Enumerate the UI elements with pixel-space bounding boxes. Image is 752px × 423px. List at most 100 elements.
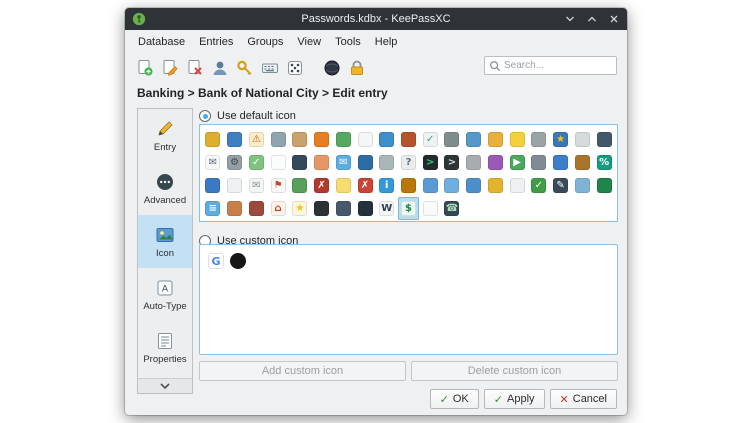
default-icon-gear[interactable]: ⚙ bbox=[224, 151, 246, 174]
default-icon-cd-rom[interactable] bbox=[571, 128, 593, 151]
default-icon-email-box[interactable]: ✉ bbox=[332, 151, 354, 174]
default-icon-clipboard-check[interactable]: ✓ bbox=[245, 151, 267, 174]
default-icon-pen[interactable]: ✎ bbox=[550, 174, 572, 197]
delete-custom-icon-button[interactable]: Delete custom icon bbox=[411, 361, 618, 381]
default-icon-tool[interactable] bbox=[245, 197, 267, 220]
default-icon-wiki[interactable]: W bbox=[376, 197, 398, 220]
default-icon-feather[interactable] bbox=[332, 197, 354, 220]
add-custom-icon-button[interactable]: Add custom icon bbox=[199, 361, 406, 381]
default-icon-paper-ready[interactable]: ✓ bbox=[419, 128, 441, 151]
copy-username-button[interactable] bbox=[208, 56, 231, 79]
default-icon-email-search[interactable]: ✉ bbox=[245, 174, 267, 197]
menu-groups[interactable]: Groups bbox=[240, 33, 290, 51]
default-icon-paper-new[interactable] bbox=[267, 151, 289, 174]
default-icon-book[interactable] bbox=[593, 174, 615, 197]
password-generator-button[interactable] bbox=[283, 56, 306, 79]
default-icon-email[interactable]: ✉ bbox=[202, 151, 224, 174]
menu-database[interactable]: Database bbox=[131, 33, 192, 51]
cancel-button[interactable]: ✕ Cancel bbox=[550, 389, 617, 409]
default-icon-paper-question[interactable]: ? bbox=[398, 151, 420, 174]
default-icon-screen[interactable] bbox=[289, 151, 311, 174]
default-icon-user-communication[interactable] bbox=[311, 128, 333, 151]
default-icon-monitor[interactable] bbox=[593, 128, 615, 151]
search-field[interactable] bbox=[484, 56, 617, 75]
default-icon-drive[interactable] bbox=[376, 151, 398, 174]
default-icon-scanner[interactable] bbox=[528, 128, 550, 151]
titlebar[interactable]: Passwords.kdbx - KeePassXC bbox=[125, 8, 627, 30]
default-icon-star[interactable]: ★ bbox=[289, 197, 311, 220]
default-icon-clipboard[interactable] bbox=[289, 128, 311, 151]
default-icon-printer[interactable] bbox=[463, 151, 485, 174]
perform-autotype-button[interactable] bbox=[258, 56, 281, 79]
default-icon-notepad[interactable] bbox=[354, 128, 376, 151]
default-icon-apple[interactable] bbox=[354, 197, 376, 220]
default-icon-certificate[interactable] bbox=[419, 197, 441, 220]
default-icon-list[interactable]: ≡ bbox=[202, 197, 224, 220]
apply-button[interactable]: ✓ Apply bbox=[484, 389, 545, 409]
default-icon-radio[interactable] bbox=[199, 110, 211, 122]
default-icon-identity[interactable] bbox=[398, 128, 420, 151]
sidebar-scroll-down-button[interactable] bbox=[138, 378, 192, 393]
delete-entry-button[interactable] bbox=[183, 56, 206, 79]
default-icon-camera[interactable] bbox=[441, 128, 463, 151]
minimize-button[interactable] bbox=[563, 12, 577, 26]
default-icon-floppy-disk[interactable] bbox=[354, 151, 376, 174]
default-icon-home[interactable]: ⌂ bbox=[267, 197, 289, 220]
default-icon-phone[interactable]: ☎ bbox=[441, 197, 463, 220]
default-icon-archive[interactable] bbox=[571, 151, 593, 174]
default-icon-energy[interactable] bbox=[506, 128, 528, 151]
sidebar-item-advanced[interactable]: Advanced bbox=[138, 162, 192, 215]
maximize-button[interactable] bbox=[585, 12, 599, 26]
default-icon-key[interactable] bbox=[202, 128, 224, 151]
default-icon-world-socket[interactable] bbox=[376, 128, 398, 151]
default-icon-terminal-encrypted[interactable]: > bbox=[419, 151, 441, 174]
default-icon-folder-package[interactable] bbox=[463, 174, 485, 197]
default-icon-multi-keys[interactable] bbox=[485, 128, 507, 151]
edit-entry-button[interactable] bbox=[158, 56, 181, 79]
default-icon-homebanking[interactable]: % bbox=[593, 151, 615, 174]
default-icon-folder-open[interactable] bbox=[441, 174, 463, 197]
default-icon-tux[interactable] bbox=[311, 197, 333, 220]
default-icon-paper-flag[interactable]: ⚑ bbox=[267, 174, 289, 197]
default-icon-program-icons[interactable] bbox=[485, 151, 507, 174]
default-icon-checked[interactable]: ✓ bbox=[528, 174, 550, 197]
default-icon-drive-windows[interactable] bbox=[202, 174, 224, 197]
sidebar-item-entry[interactable]: Entry bbox=[138, 109, 192, 162]
close-button[interactable] bbox=[607, 12, 621, 26]
lock-database-button[interactable] bbox=[345, 56, 368, 79]
default-icon-settings-wrench[interactable] bbox=[528, 151, 550, 174]
default-icon-user-key[interactable] bbox=[224, 197, 246, 220]
default-icon-paper-locked[interactable] bbox=[506, 174, 528, 197]
default-icon-ir-communication[interactable] bbox=[463, 128, 485, 151]
default-icon-expired[interactable]: ✗ bbox=[354, 174, 376, 197]
sidebar-item-properties[interactable]: Properties bbox=[138, 321, 192, 374]
menu-tools[interactable]: Tools bbox=[328, 33, 368, 51]
custom-icon-google[interactable]: G bbox=[208, 253, 224, 269]
default-icon-note[interactable] bbox=[332, 174, 354, 197]
default-icon-world[interactable] bbox=[224, 128, 246, 151]
default-icon-clock[interactable] bbox=[224, 174, 246, 197]
menu-help[interactable]: Help bbox=[368, 33, 405, 51]
sidebar-item-icon[interactable]: Icon bbox=[138, 215, 192, 268]
search-input[interactable] bbox=[504, 60, 612, 71]
default-icon-console[interactable]: > bbox=[441, 151, 463, 174]
copy-password-button[interactable] bbox=[233, 56, 256, 79]
default-icon-info[interactable]: i bbox=[376, 174, 398, 197]
default-icon-folder[interactable] bbox=[419, 174, 441, 197]
new-entry-button[interactable] bbox=[133, 56, 156, 79]
default-icon-run[interactable]: ▶ bbox=[506, 151, 528, 174]
default-icon-thumbnail[interactable] bbox=[571, 174, 593, 197]
menu-entries[interactable]: Entries bbox=[192, 33, 240, 51]
default-icon-world-computer[interactable] bbox=[550, 151, 572, 174]
default-icon-trash-bin[interactable]: ✗ bbox=[311, 174, 333, 197]
default-icon-network-server[interactable] bbox=[267, 128, 289, 151]
default-icon-package[interactable] bbox=[398, 174, 420, 197]
default-icon-warning[interactable]: ⚠ bbox=[245, 128, 267, 151]
default-icon-lock-open[interactable] bbox=[485, 174, 507, 197]
default-icon-memory[interactable] bbox=[289, 174, 311, 197]
default-icon-parts[interactable] bbox=[332, 128, 354, 151]
custom-icon-github[interactable] bbox=[230, 253, 246, 269]
settings-button[interactable] bbox=[320, 56, 343, 79]
default-icon-energy-careful[interactable] bbox=[311, 151, 333, 174]
default-icon-money[interactable]: $ bbox=[398, 197, 420, 220]
